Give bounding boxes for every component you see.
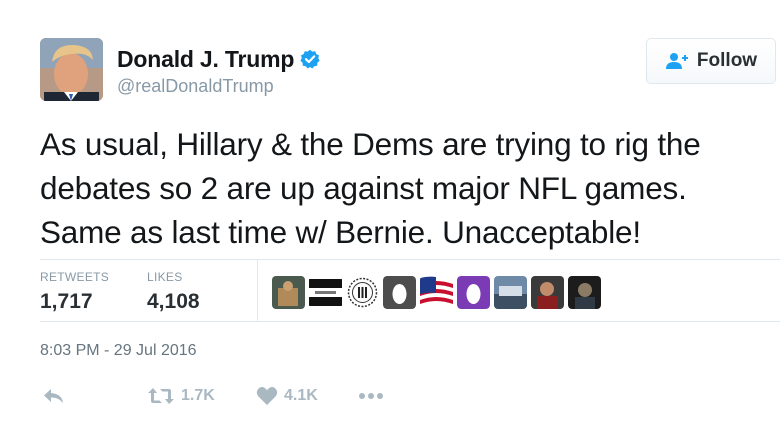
liker-avatar-black-bars: [309, 276, 342, 309]
tweet-actions: 1.7K 4.1K: [40, 382, 540, 410]
author-avatar[interactable]: [40, 38, 103, 101]
tweet-text-line: As usual, Hillary & the Dems are trying …: [40, 126, 701, 162]
tweet-timestamp[interactable]: 8:03 PM - 29 Jul 2016: [40, 342, 197, 360]
author-info: Donald J. Trump @realDonaldTrump: [117, 45, 320, 97]
liker-avatar[interactable]: [346, 276, 379, 309]
heart-icon: [256, 387, 278, 405]
liker-avatar-us-flag: [420, 276, 453, 309]
likes-label: LIKES: [147, 270, 183, 284]
retweet-button[interactable]: 1.7K: [147, 382, 215, 410]
liker-avatar[interactable]: [272, 276, 305, 309]
liker-avatar[interactable]: [309, 276, 342, 309]
liker-avatar-photo-2: [494, 276, 527, 309]
add-user-icon: [665, 53, 688, 69]
likers-avatars: [272, 276, 605, 309]
liker-avatar-egg-purple: [457, 276, 490, 309]
verified-badge-icon: [300, 49, 320, 69]
follow-button[interactable]: Follow: [646, 38, 776, 84]
like-button[interactable]: 4.1K: [256, 382, 318, 410]
avatar-portrait-icon: [40, 38, 103, 101]
author-display-name[interactable]: Donald J. Trump: [117, 46, 294, 73]
tweet-stats: RETWEETS 1,717 LIKES 4,108: [40, 259, 780, 322]
follow-button-label: Follow: [696, 50, 758, 71]
liker-avatar-photo-4: [568, 276, 601, 309]
stats-divider: [257, 260, 258, 321]
likes-count: 4,108: [147, 290, 200, 313]
more-button[interactable]: [358, 382, 384, 410]
liker-avatar[interactable]: [383, 276, 416, 309]
retweets-count: 1,717: [40, 290, 93, 313]
liker-avatar[interactable]: [531, 276, 564, 309]
more-dots-icon: [359, 393, 383, 399]
reply-button[interactable]: [42, 382, 66, 410]
tweet-text-line: debates so 2 are up against major NFL ga…: [40, 170, 687, 206]
tweet-card: Donald J. Trump @realDonaldTrump Follow …: [0, 0, 780, 439]
liker-avatar-photo-3: [531, 276, 564, 309]
likes-stat[interactable]: LIKES 4,108: [147, 270, 200, 314]
liker-avatar[interactable]: [420, 276, 453, 309]
retweet-count: 1.7K: [181, 387, 215, 404]
author-handle[interactable]: @realDonaldTrump: [117, 76, 320, 97]
liker-avatar-roman-numeral-three: [346, 276, 379, 309]
reply-icon: [44, 389, 63, 403]
liker-avatar[interactable]: [494, 276, 527, 309]
retweets-stat[interactable]: RETWEETS 1,717: [40, 270, 109, 314]
like-count: 4.1K: [284, 387, 318, 404]
tweet-text: As usual, Hillary & the Dems are trying …: [40, 122, 770, 254]
liker-avatar-photo-1: [272, 276, 305, 309]
retweets-label: RETWEETS: [40, 270, 110, 284]
liker-avatar[interactable]: [457, 276, 490, 309]
liker-avatar[interactable]: [568, 276, 601, 309]
tweet-text-line: Same as last time w/ Bernie. Unacceptabl…: [40, 214, 641, 250]
liker-avatar-egg-gray: [383, 276, 416, 309]
retweet-icon: [148, 388, 174, 404]
